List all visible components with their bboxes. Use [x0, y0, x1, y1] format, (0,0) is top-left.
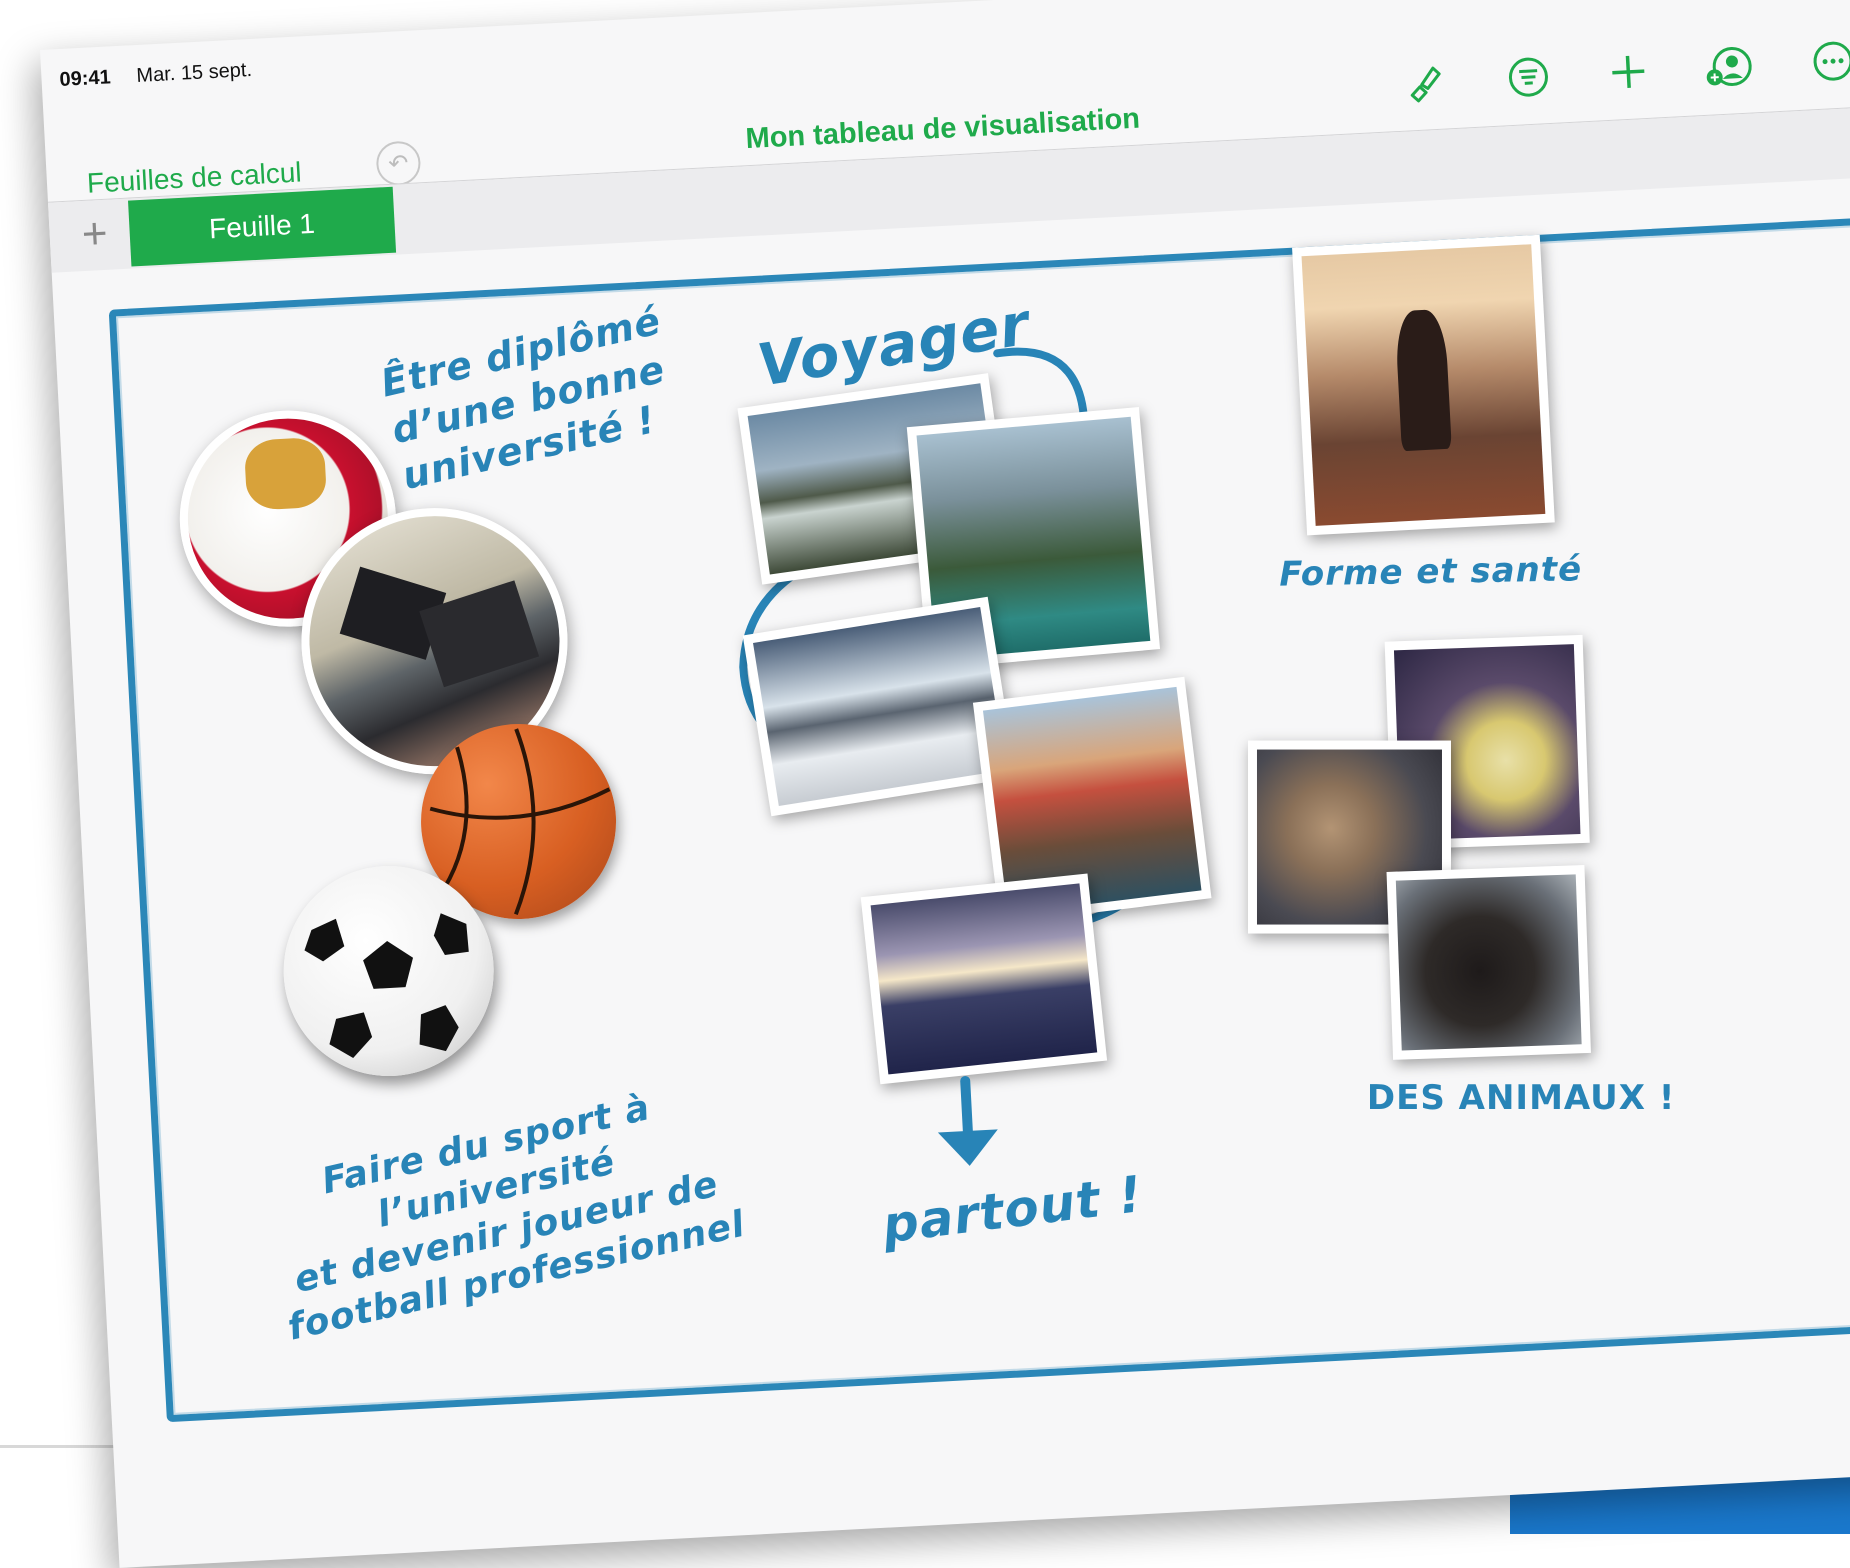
- add-icon[interactable]: [1602, 46, 1655, 99]
- collaborate-icon[interactable]: [1702, 40, 1755, 93]
- arrow-down-icon: [925, 1074, 1010, 1178]
- vision-board-canvas: Être diplômé d’une bonne université ! Fa…: [52, 174, 1850, 1568]
- paintbrush-icon[interactable]: [1397, 56, 1450, 109]
- undo-icon[interactable]: ↶: [375, 140, 421, 186]
- status-date: Mar. 15 sept.: [136, 59, 253, 88]
- yoga-photo[interactable]: [1292, 235, 1555, 536]
- status-time: 09:41: [59, 66, 111, 92]
- tab-feuille-1[interactable]: Feuille 1: [128, 187, 396, 267]
- sunset-sea-photo[interactable]: [861, 873, 1107, 1084]
- more-icon[interactable]: [1807, 35, 1850, 88]
- add-sheet-button[interactable]: +: [69, 209, 122, 262]
- rabbit-photo[interactable]: [1387, 865, 1591, 1060]
- ipad-screen: 09:41 Mar. 15 sept. 100 Feuilles de calc…: [40, 0, 1850, 1568]
- football-image[interactable]: [278, 861, 499, 1082]
- fitness-text[interactable]: Forme et santé: [1279, 548, 1583, 596]
- format-icon[interactable]: [1502, 51, 1555, 104]
- animals-text[interactable]: DES ANIMAUX !: [1367, 1077, 1675, 1120]
